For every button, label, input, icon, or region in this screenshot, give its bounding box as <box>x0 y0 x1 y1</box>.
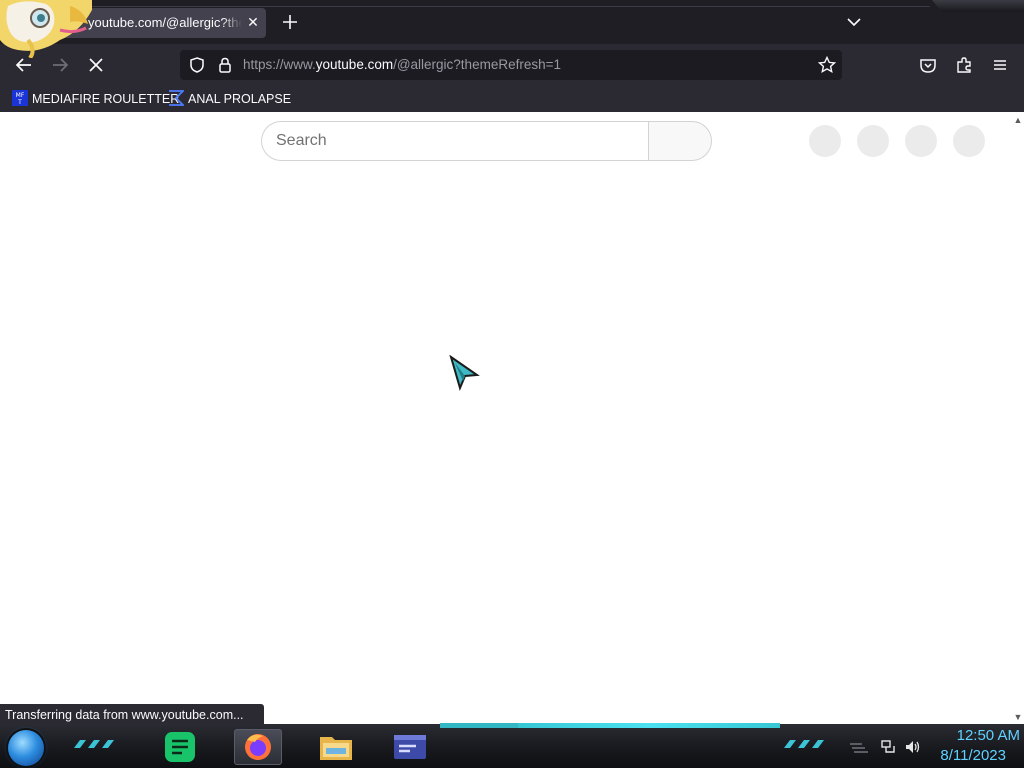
notes-app-icon[interactable] <box>156 729 204 765</box>
bookmark-item-folder[interactable]: ANAL PROLAPSE <box>168 90 291 108</box>
lock-icon[interactable] <box>215 55 235 75</box>
bookmark-star-icon[interactable] <box>817 55 837 75</box>
url-text[interactable]: https://www.youtube.com/@allergic?themeR… <box>243 57 561 72</box>
bookmark-item-mediafire[interactable]: MF T MEDIAFIRE ROULETTER <box>12 90 179 108</box>
pocket-icon[interactable] <box>918 55 938 75</box>
list-all-tabs-chevron-down-icon[interactable] <box>844 12 864 32</box>
taskbar-glow-strip <box>518 723 780 728</box>
bookmark-label: MEDIAFIRE ROULETTER <box>32 92 180 106</box>
file-explorer-folder-icon[interactable] <box>312 729 360 765</box>
url-host: youtube.com <box>315 57 394 72</box>
tab-close-button[interactable]: ✕ <box>244 12 262 32</box>
web-page-content <box>0 112 1012 724</box>
loading-placeholder-circle <box>953 125 985 157</box>
clock-time[interactable]: 12:50 AM <box>930 727 1020 744</box>
scroll-up-arrow-icon[interactable]: ▲ <box>1012 114 1024 126</box>
status-text: Transferring data from www.youtube.com..… <box>5 708 244 722</box>
svg-text:MF: MF <box>16 92 25 99</box>
tab-title-fade <box>222 10 242 36</box>
svg-text:T: T <box>17 99 22 106</box>
tracking-protection-shield-icon[interactable] <box>187 55 207 75</box>
loading-placeholder-circle <box>809 125 841 157</box>
folder-sigma-icon <box>169 90 184 106</box>
start-button[interactable] <box>8 730 44 766</box>
firefox-icon <box>245 734 271 760</box>
scroll-down-arrow-icon[interactable]: ▼ <box>1012 711 1024 723</box>
screen: youtube.com/@allergic?themeRefresh=1 ✕ h… <box>0 0 1024 768</box>
taskbar <box>0 724 1024 768</box>
search-button[interactable] <box>648 121 712 161</box>
volume-speaker-icon[interactable] <box>904 738 922 756</box>
network-icon[interactable] <box>880 738 898 756</box>
search-input[interactable] <box>276 131 636 151</box>
tray-stripes-decoration <box>850 743 868 753</box>
hamburger-menu-icon[interactable] <box>990 55 1010 75</box>
taskbar-chevron-decoration <box>784 740 824 748</box>
bookmark-label: ANAL PROLAPSE <box>188 92 292 106</box>
page-scrollbar[interactable] <box>1012 112 1024 724</box>
theme-mascot-icon <box>0 0 92 58</box>
loading-placeholder-circle <box>857 125 889 157</box>
loading-placeholder-circle <box>905 125 937 157</box>
extensions-puzzle-icon[interactable] <box>954 55 974 75</box>
window-app-icon[interactable] <box>386 729 434 765</box>
mouse-cursor-icon <box>449 355 480 391</box>
tab-bar-divider <box>0 6 930 7</box>
url-path: /@allergic?themeRefresh=1 <box>393 57 561 72</box>
clock-date[interactable]: 8/11/2023 <box>930 747 1006 764</box>
window-corner-decoration <box>932 0 1024 12</box>
firefox-taskbar-button[interactable] <box>234 729 282 765</box>
mediafire-icon: MF T <box>12 90 28 106</box>
url-prefix: https://www. <box>243 57 316 72</box>
taskbar-chevron-decoration <box>74 740 114 748</box>
new-tab-button[interactable] <box>279 11 301 33</box>
taskbar-glow-strip <box>440 723 520 728</box>
tab-title: youtube.com/@allergic?themeRefresh=1 <box>88 15 242 30</box>
